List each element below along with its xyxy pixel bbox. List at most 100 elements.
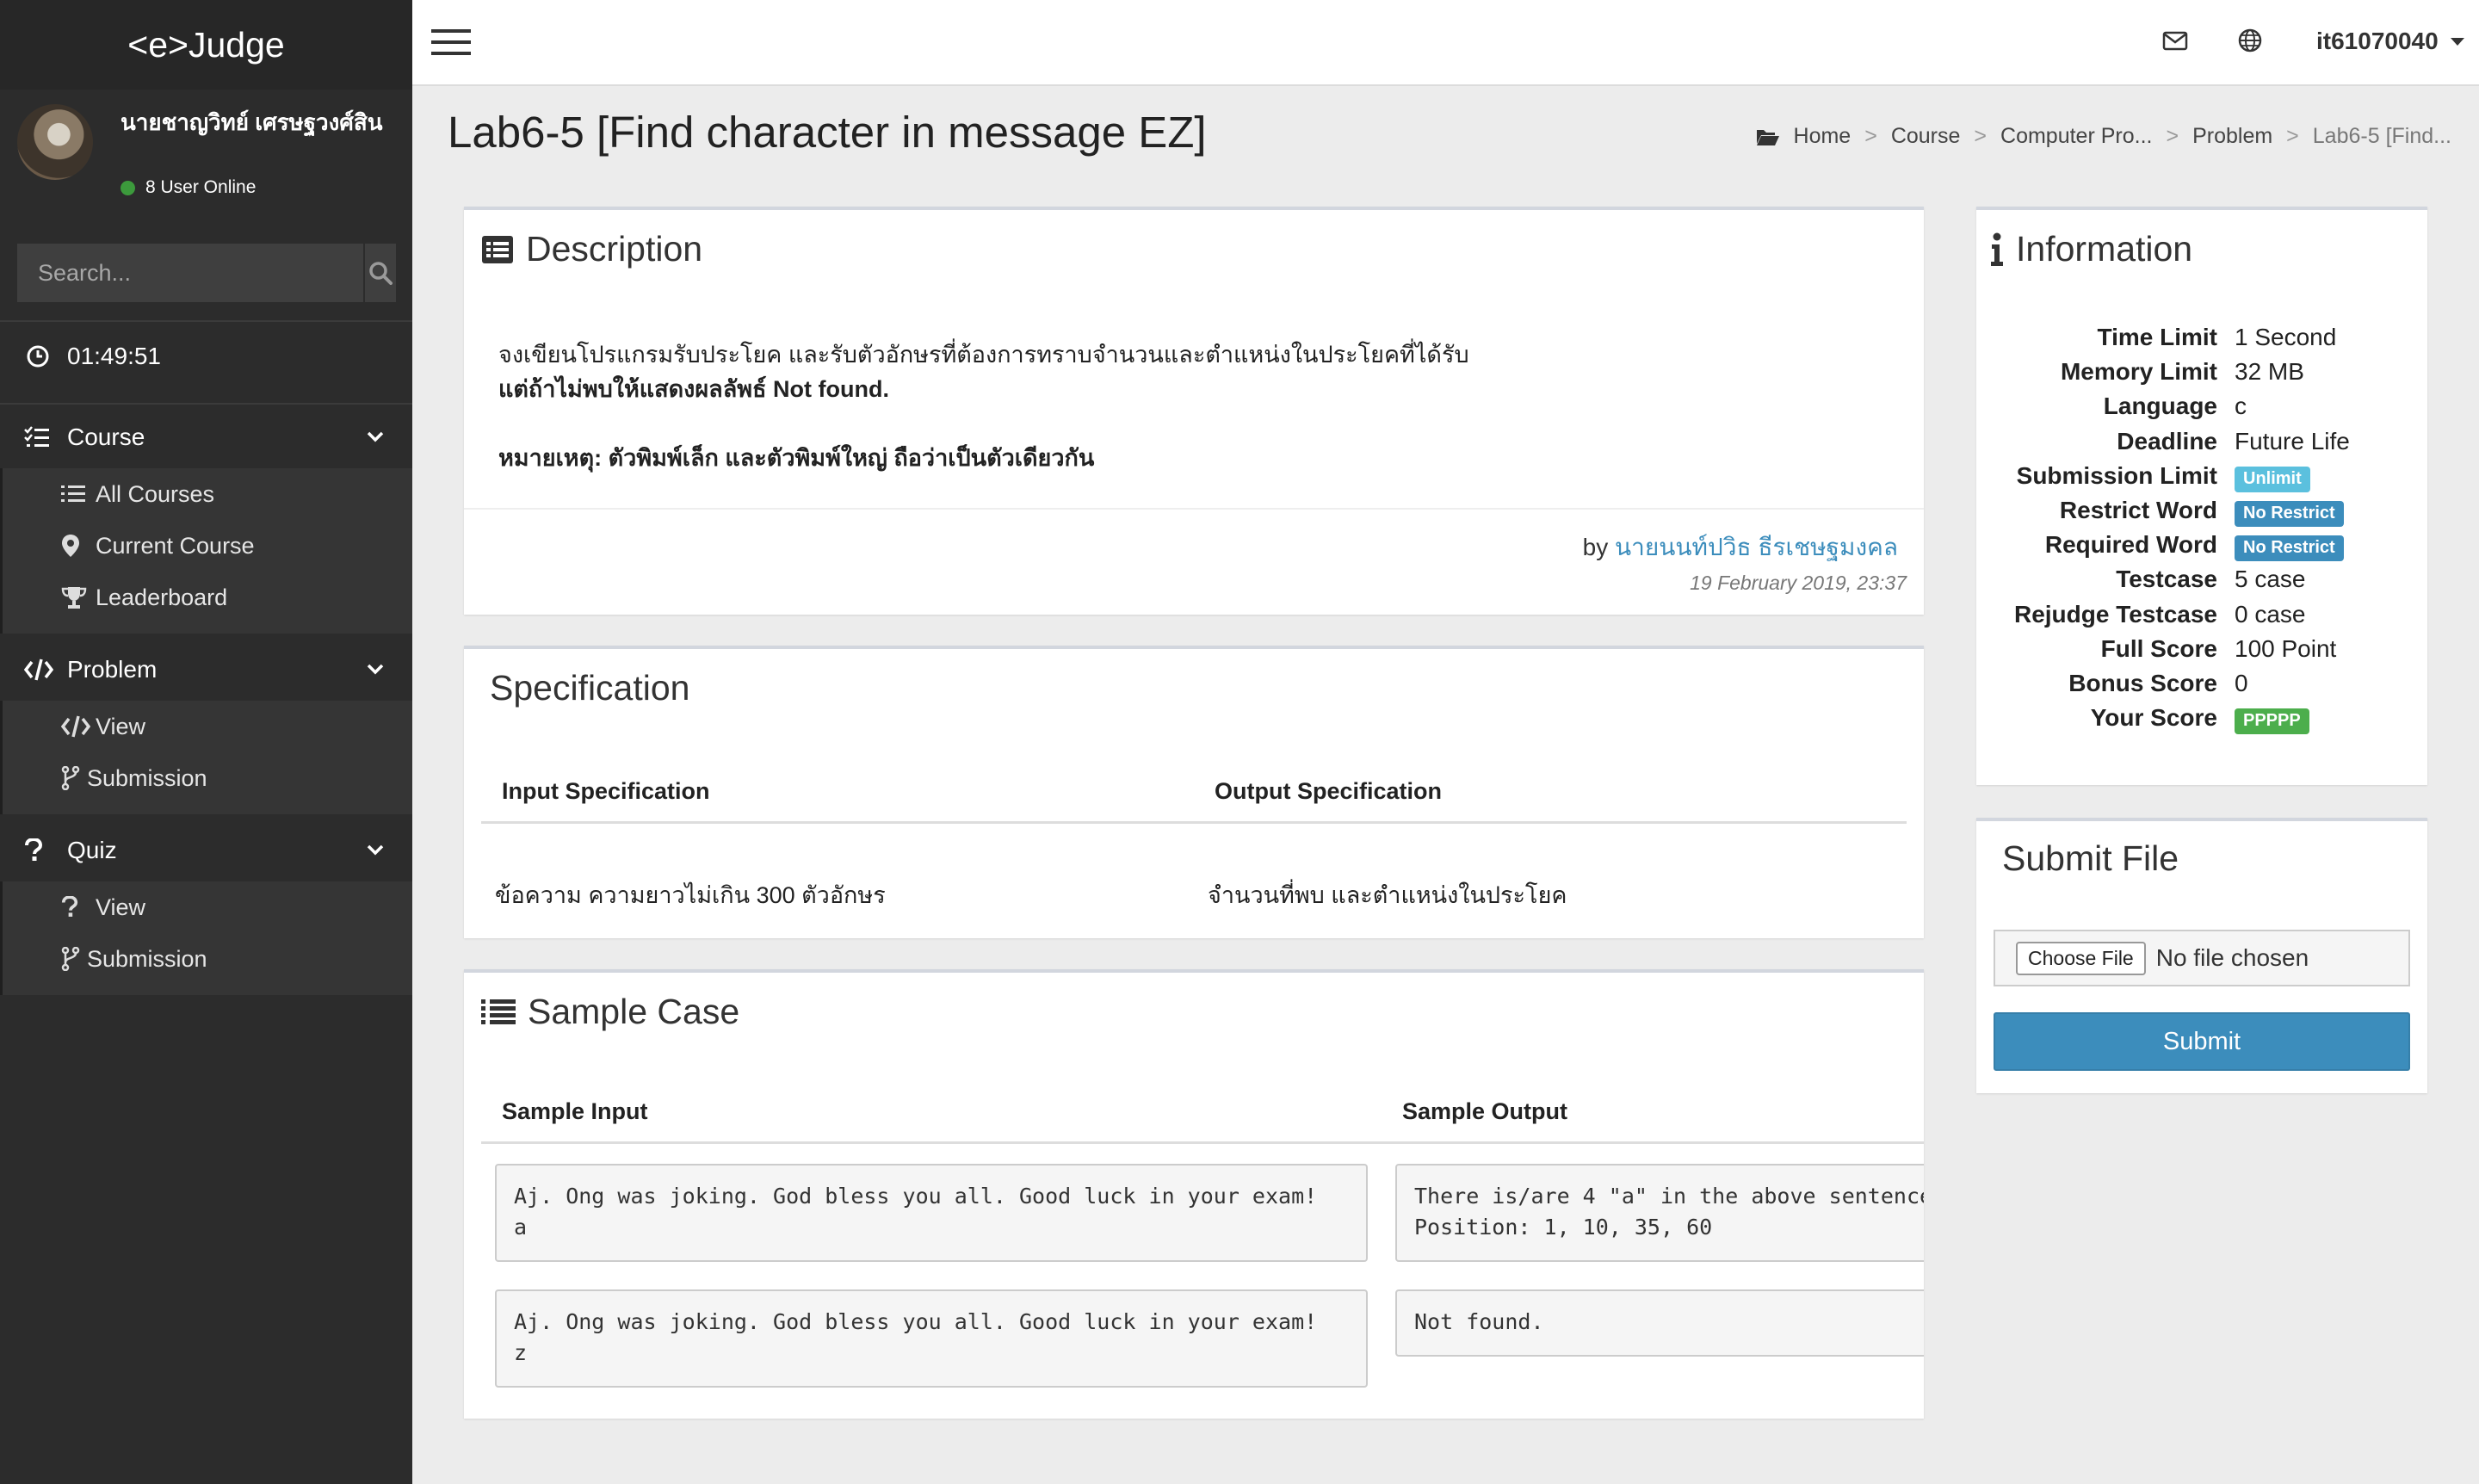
nav-item-problem-view[interactable]: View	[3, 701, 412, 752]
specification-title: Specification	[490, 668, 690, 708]
info-row: Rejudge Testcase 0 case	[1976, 601, 2427, 635]
nav-item-label: View	[96, 713, 146, 739]
submit-file-panel: Submit File Choose File No file chosen S…	[1976, 818, 2427, 1093]
info-row: Time Limit 1 Second	[1976, 324, 2427, 358]
breadcrumb-problem[interactable]: Problem	[2192, 124, 2272, 149]
timer-value: 01:49:51	[67, 343, 161, 369]
nav-item-label: All Courses	[96, 480, 215, 507]
breadcrumb: Home > Course > Computer Pro... > Proble…	[1756, 124, 2451, 149]
top-navbar: it61070040	[412, 0, 2479, 86]
clock-icon	[27, 345, 49, 368]
author-link[interactable]: นายนนท์ปวิธ ธีรเชษฐมงคล	[1615, 534, 1898, 560]
info-value: No Restrict	[2235, 497, 2344, 527]
no-file-text: No file chosen	[2155, 944, 2309, 971]
search-icon	[369, 262, 393, 285]
question-icon	[61, 896, 96, 918]
breadcrumb-home[interactable]: Home	[1794, 124, 1852, 149]
divider	[0, 320, 412, 322]
breadcrumb-current: Lab6-5 [Find...	[2312, 124, 2451, 148]
page-title: Lab6-5 [Find character in message EZ]	[448, 108, 1207, 157]
info-row: Deadline Future Life	[1976, 428, 2427, 462]
breadcrumb-course[interactable]: Course	[1891, 124, 1961, 149]
brand-logo[interactable]: <e>Judge	[0, 0, 412, 90]
search-button[interactable]	[363, 244, 396, 302]
info-key: Full Score	[2100, 634, 2217, 662]
info-key: Your Score	[2090, 704, 2217, 732]
submit-button[interactable]: Submit	[1994, 1012, 2410, 1071]
information-title-text: Information	[2016, 229, 2193, 269]
sample-case-title: Sample Case	[481, 992, 739, 1032]
chevron-down-icon	[367, 431, 384, 442]
nav-item-quiz-view[interactable]: View	[3, 881, 412, 933]
list-alt-icon	[482, 235, 513, 263]
description-footer: by นายนนท์ปวิธ ธีรเชษฐมงคล 19 February 2…	[464, 508, 1924, 594]
info-row: Testcase 5 case	[1976, 566, 2427, 600]
menu-toggle-icon[interactable]	[431, 29, 471, 55]
nav-course-toggle[interactable]: Course	[0, 406, 412, 468]
info-key: Testcase	[2116, 566, 2217, 593]
sidebar: <e>Judge นายชาญวิทย์ เศรษฐวงศ์สิน 8 User…	[0, 0, 412, 1484]
tasks-icon	[24, 426, 55, 448]
info-key: Bonus Score	[2068, 670, 2217, 696]
description-body: จงเขียนโปรแกรมรับประโยค และรับตัวอักษรที…	[498, 337, 1469, 475]
envelope-icon[interactable]	[2162, 28, 2188, 53]
breadcrumb-course-name[interactable]: Computer Pro...	[2000, 124, 2152, 149]
sample-output-box: Not found.	[1395, 1289, 1924, 1357]
nav-section-quiz: Quiz View Submission	[0, 819, 412, 995]
list-icon	[61, 484, 96, 504]
search-input[interactable]	[17, 244, 363, 302]
info-value: PPPPP	[2235, 704, 2309, 735]
nav-course-submenu: All Courses Current Course Leaderboard	[0, 468, 412, 634]
description-line: แต่ถ้าไม่พบให้แสดงผลลัพธ์ Not found.	[498, 376, 889, 402]
search-form	[17, 244, 396, 302]
countdown-timer: 01:49:51	[26, 343, 161, 370]
info-value: No Restrict	[2235, 531, 2344, 562]
author-line: by นายนนท์ปวิธ ธีรเชษฐมงคล	[1583, 529, 1898, 566]
sample-case-title-text: Sample Case	[528, 992, 740, 1031]
info-value: c	[2235, 393, 2247, 420]
info-value: 100 Point	[2235, 634, 2337, 662]
info-key: Memory Limit	[2060, 358, 2217, 386]
description-panel: Description จงเขียนโปรแกรมรับประโยค และร…	[464, 207, 1924, 615]
nav-item-current-course[interactable]: Current Course	[3, 520, 412, 572]
table-divider	[481, 1141, 1924, 1144]
info-key: Time Limit	[2097, 324, 2217, 350]
sample-output-box: There is/are 4 "a" in the above sentence…	[1395, 1164, 1924, 1262]
choose-file-button[interactable]: Choose File	[2016, 941, 2146, 975]
nav-section-course: Course All Courses Current Course Leader…	[0, 406, 412, 634]
info-value: Future Life	[2235, 427, 2350, 454]
info-row: Full Score 100 Point	[1976, 635, 2427, 670]
avatar[interactable]	[17, 104, 93, 180]
divider	[0, 403, 412, 405]
info-value: 1 Second	[2235, 324, 2337, 350]
info-key: Language	[2103, 393, 2217, 420]
sample-input-box: Aj. Ong was joking. God bless you all. G…	[495, 1289, 1368, 1388]
list-ol-icon	[481, 999, 516, 1024]
code-icon	[61, 715, 96, 738]
nav-item-problem-submission[interactable]: Submission	[3, 752, 412, 804]
info-value: 0	[2235, 670, 2248, 696]
question-icon	[24, 838, 55, 863]
nav-item-all-courses[interactable]: All Courses	[3, 468, 412, 520]
file-input[interactable]: Choose File No file chosen	[1994, 930, 2410, 986]
trophy-icon	[61, 585, 96, 609]
nav-item-leaderboard[interactable]: Leaderboard	[3, 572, 412, 623]
sample-case-panel: Sample Case Sample Input Sample Output A…	[464, 969, 1924, 1419]
nav-problem-submenu: View Submission	[0, 701, 412, 814]
nav-quiz-toggle[interactable]: Quiz	[0, 819, 412, 881]
user-menu[interactable]: it61070040	[2316, 28, 2464, 55]
nav-problem-label: Problem	[67, 656, 158, 683]
info-row: Restrict Word No Restrict	[1976, 497, 2427, 531]
information-title: Information	[1990, 229, 2192, 269]
code-fork-icon	[61, 947, 87, 971]
chevron-down-icon	[367, 664, 384, 675]
nav-item-quiz-submission[interactable]: Submission	[3, 933, 412, 985]
globe-icon[interactable]	[2237, 28, 2263, 53]
output-spec-header: Output Specification	[1215, 778, 1443, 804]
nav-problem-toggle[interactable]: Problem	[0, 639, 412, 701]
description-note: หมายเหตุ: ตัวพิมพ์เล็ก และตัวพิมพ์ใหญ่ ถ…	[498, 445, 1095, 471]
specification-panel: Specification Input Specification Output…	[464, 646, 1924, 938]
online-dot-icon	[121, 180, 135, 195]
sample-input-box: Aj. Ong was joking. God bless you all. G…	[495, 1164, 1368, 1262]
info-badge: PPPPP	[2235, 708, 2309, 735]
